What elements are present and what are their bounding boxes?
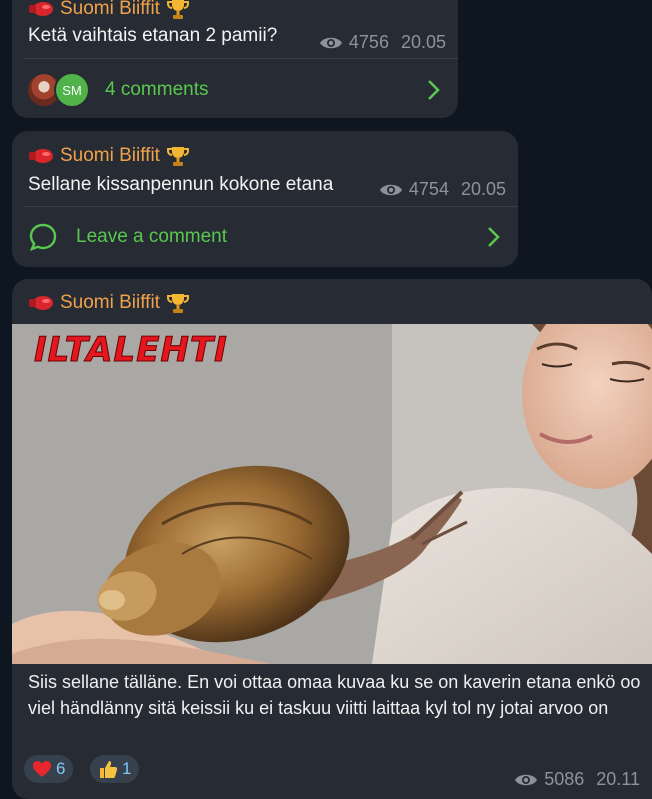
heart-icon [33, 761, 51, 777]
sender-label: Suomi Biiffit [60, 145, 160, 166]
comments-button[interactable]: SM 4 comments [12, 62, 458, 118]
message-bubble-2: Suomi Biiffit Sellane kissanpennun kokon… [12, 131, 518, 267]
comment-bubble-icon [29, 223, 57, 252]
message-photo[interactable]: ILTALEHTI [12, 324, 652, 664]
view-count: 4754 [408, 179, 449, 199]
comments-label: 4 comments [105, 79, 209, 100]
message-bubble-1: Suomi Biiffit Ketä vaihtais etanan 2 pam… [12, 0, 458, 118]
sender-label: Suomi Biiffit [60, 292, 160, 313]
trophy-icon [166, 0, 189, 19]
message-meta: 4756 20.05 [319, 32, 446, 53]
divider [24, 58, 458, 59]
sender-name[interactable]: Suomi Biiffit [28, 144, 190, 168]
boxing-glove-icon [29, 2, 53, 16]
chevron-right-icon [488, 227, 500, 247]
thumbs-up-icon [100, 761, 118, 778]
leave-comment-button[interactable]: Leave a comment [12, 209, 518, 265]
eye-icon [379, 184, 402, 195]
message-time: 20.05 [460, 179, 506, 199]
reaction-heart[interactable]: 6 [24, 755, 74, 783]
sender-name[interactable]: Suomi Biiffit [28, 291, 190, 315]
message-time: 20.05 [400, 32, 446, 52]
trophy-icon [166, 147, 189, 166]
reaction-count: 1 [122, 759, 132, 778]
boxing-glove-icon [29, 149, 53, 163]
sender-name[interactable]: Suomi Biiffit [28, 0, 190, 21]
view-count: 4756 [348, 32, 389, 52]
sender-label: Suomi Biiffit [60, 0, 160, 19]
message-text: Sellane kissanpennun kokone etana [28, 174, 334, 195]
leave-comment-label: Leave a comment [76, 226, 228, 247]
snail-photo [12, 324, 652, 664]
chevron-right-icon [428, 80, 440, 100]
boxing-glove-icon [29, 296, 53, 310]
reaction-thumbs[interactable]: 1 [90, 755, 140, 783]
trophy-icon [166, 294, 189, 313]
eye-icon [319, 37, 342, 48]
photo-brand-logo: ILTALEHTI [34, 330, 228, 371]
message-text: Ketä vaihtais etanan 2 pamii? [28, 25, 278, 46]
reaction-count: 6 [56, 759, 66, 778]
message-bubble-3: Suomi Biiffit ILTALEHTI Siis sellane täl… [12, 279, 652, 799]
message-text: Siis sellane tälläne. En voi ottaa omaa … [28, 672, 641, 718]
message-meta: 4754 20.05 [379, 179, 506, 200]
avatar-initials: SM [54, 72, 90, 108]
divider [24, 206, 518, 207]
